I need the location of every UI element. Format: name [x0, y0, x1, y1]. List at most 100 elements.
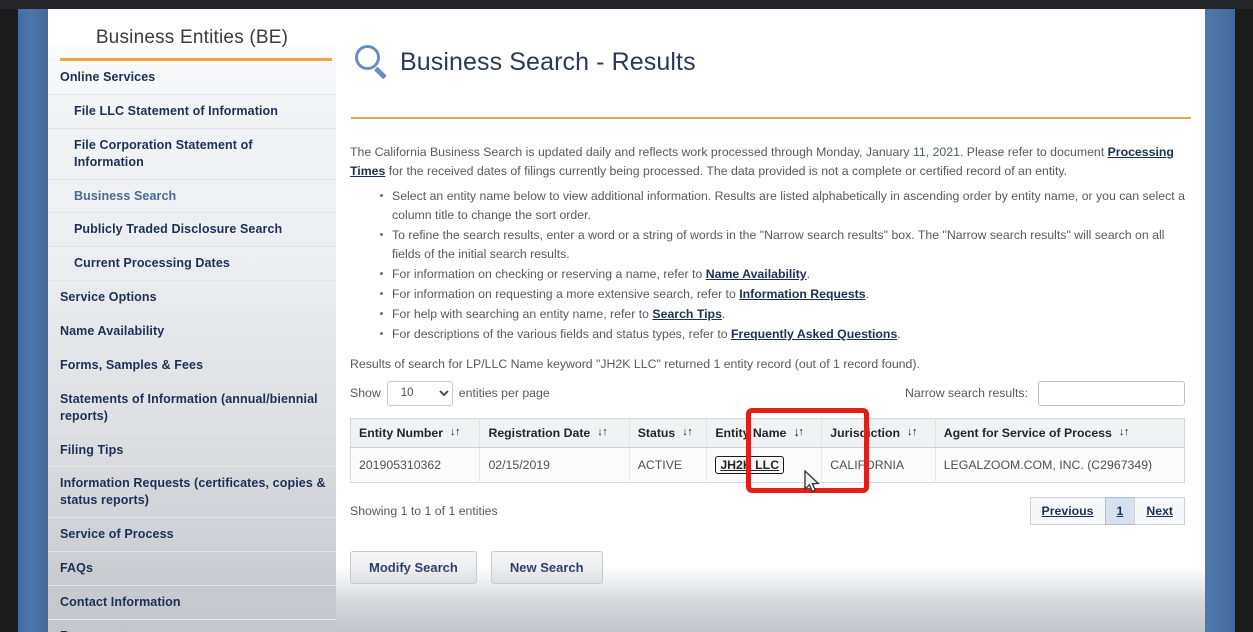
search-icon — [350, 40, 394, 84]
browser-chrome-strip — [0, 0, 1253, 9]
intro-bullet-text: For information on checking or reserving… — [392, 266, 706, 281]
browser-screenshot: Business Entities (BE) Online Services Fi… — [0, 0, 1253, 632]
sidebar-item-service-of-process[interactable]: Service of Process — [48, 518, 336, 552]
sort-descending-icon[interactable]: ↓ ↑ — [793, 425, 804, 438]
sidebar-item-file-corporation-statement-of-information[interactable]: File Corporation Statement of Informatio… — [48, 129, 336, 180]
table-controls: Show 102550100 entities per page Narrow … — [336, 371, 1205, 406]
page-side-band-left — [18, 9, 48, 632]
column-header-registration-date[interactable]: Registration Date ↓ ↑ — [479, 418, 630, 448]
sort-both-icon[interactable]: ↓ ↑ — [597, 426, 608, 438]
intro-bullet-text: Select an entity name below to view addi… — [392, 188, 1185, 222]
sidebar-item-current-processing-dates[interactable]: Current Processing Dates — [48, 247, 336, 282]
results-table-header-row: Entity Number ↓ ↑ Registration Date ↓ ↑ Status… — [350, 418, 1185, 448]
pagination-next[interactable]: Next — [1134, 496, 1185, 525]
sidebar-title: Business Entities (BE) — [95, 27, 289, 48]
column-header-jurisdiction[interactable]: Jurisdiction ↓ ↑ — [821, 418, 936, 448]
pagination-previous[interactable]: Previous — [1029, 496, 1106, 525]
narrow-search-group: Narrow search results: — [904, 380, 1185, 406]
intro-bullet-link[interactable]: Information Requests — [739, 287, 865, 301]
column-header-label: Agent for Service of Process — [943, 425, 1112, 440]
table-footer: Showing 1 to 1 of 1 entities Previous 1 … — [336, 483, 1205, 525]
pagination-page-1[interactable]: 1 — [1104, 496, 1136, 525]
intro-bullet: For descriptions of the various fields a… — [380, 325, 1185, 344]
show-label: Show — [350, 386, 381, 401]
sort-both-icon[interactable]: ↓ ↑ — [682, 426, 693, 438]
sidebar-item-resources[interactable]: Resources — [48, 620, 336, 632]
intro-text-a: The California Business Search is update… — [350, 144, 1108, 159]
sidebar-navigation: Business Entities (BE) Online Services Fi… — [48, 9, 336, 632]
page-content: Business Entities (BE) Online Services Fi… — [48, 9, 1205, 632]
intro-paragraph: The California Business Search is update… — [350, 143, 1185, 181]
intro-bullet-link[interactable]: Search Tips — [652, 307, 722, 321]
cell-agent: LEGALZOOM.COM, INC. (C2967349) — [935, 447, 1185, 483]
sidebar-item-statements-of-information-annual-biennial-reports[interactable]: Statements of Information (annual/bienni… — [48, 383, 336, 434]
page-header: Business Search - Results — [336, 9, 1205, 94]
intro-bullet: For help with searching an entity name, … — [380, 305, 1185, 324]
column-header-label: Status — [637, 425, 676, 440]
page-side-band-right — [1205, 9, 1235, 632]
cell-entity-name[interactable]: JH2K LLC — [706, 447, 823, 483]
column-header-agent-for-service-of-process[interactable]: Agent for Service of Process ↓ ↑ — [935, 418, 1185, 448]
results-table-wrapper: Entity Number ↓ ↑ Registration Date ↓ ↑ Status… — [336, 406, 1205, 483]
main-content: Business Search - Results The California… — [336, 9, 1205, 632]
column-header-status[interactable]: Status ↓ ↑ — [629, 418, 708, 448]
intro-bullet-tail: . — [865, 286, 870, 301]
entities-per-page-label: entities per page — [458, 386, 550, 401]
sidebar-item-online-services[interactable]: Online Services — [48, 61, 336, 95]
intro-bullet-tail: . — [721, 306, 726, 321]
showing-entries-text: Showing 1 to 1 of 1 entities — [350, 503, 498, 518]
footer-actions: Modify Search New Search — [336, 525, 1205, 584]
sidebar-item-list: Online Services File LLC Statement of Inf… — [48, 61, 336, 632]
column-header-label: Registration Date — [488, 425, 591, 440]
intro-bullet: Select an entity name below to view addi… — [380, 187, 1185, 225]
sidebar-item-faqs[interactable]: FAQs — [48, 552, 336, 586]
sort-both-icon[interactable]: ↓ ↑ — [450, 426, 461, 438]
column-header-label: Jurisdiction — [830, 425, 900, 440]
sidebar-item-business-search[interactable]: Business Search — [48, 180, 336, 214]
page-size-select[interactable]: 102550100 — [386, 380, 453, 406]
sidebar-item-contact-information[interactable]: Contact Information — [48, 586, 336, 620]
column-header-entity-number[interactable]: Entity Number ↓ ↑ — [350, 418, 481, 448]
results-table-head: Entity Number ↓ ↑ Registration Date ↓ ↑ Status… — [350, 418, 1185, 448]
intro-bullet-list: Select an entity name below to view addi… — [350, 187, 1185, 344]
intro-bullet-text: For descriptions of the various fields a… — [392, 326, 732, 341]
column-header-label: Entity Number — [359, 425, 444, 440]
cell-jurisdiction: CALIFORNIA — [821, 447, 936, 483]
intro-bullet-tail: . — [806, 266, 811, 281]
modify-search-button[interactable]: Modify Search — [350, 550, 477, 584]
table-row: 201905310362 02/15/2019 ACTIVE JH2K LLC CALI… — [350, 447, 1185, 483]
intro-text-b: for the received dates of filings curren… — [385, 163, 1068, 178]
intro-bullet-link[interactable]: Frequently Asked Questions — [731, 327, 897, 341]
sidebar-item-filing-tips[interactable]: Filing Tips — [48, 434, 336, 468]
sidebar-item-name-availability[interactable]: Name Availability — [48, 315, 336, 349]
narrow-search-label: Narrow search results: — [904, 386, 1028, 401]
intro-bullet-tail: . — [897, 326, 901, 341]
results-summary: Results of search for LP/LLC Name keywor… — [350, 356, 920, 371]
sidebar-item-file-llc-statement-of-information[interactable]: File LLC Statement of Information — [48, 95, 336, 129]
intro-bullet-text: For help with searching an entity name, … — [392, 306, 653, 321]
intro-bullet-link[interactable]: Name Availability — [706, 267, 807, 281]
sidebar-item-publicly-traded-disclosure-search[interactable]: Publicly Traded Disclosure Search — [48, 213, 336, 248]
cell-status: ACTIVE — [629, 447, 708, 483]
narrow-search-input[interactable] — [1038, 380, 1185, 406]
intro-bullet: For information on requesting a more ext… — [380, 285, 1185, 304]
intro-bullet-text: To refine the search results, enter a wo… — [392, 227, 1165, 261]
intro-block: The California Business Search is update… — [336, 119, 1205, 344]
column-header-entity-name[interactable]: Entity Name ↓ ↑ — [706, 418, 823, 448]
column-header-label: Entity Name — [715, 425, 787, 440]
entity-name-link[interactable]: JH2K LLC — [715, 455, 785, 474]
results-table-body: 201905310362 02/15/2019 ACTIVE JH2K LLC CALI… — [350, 447, 1185, 483]
sort-both-icon[interactable]: ↓ ↑ — [1119, 426, 1130, 438]
cell-entity-number: 201905310362 — [350, 447, 481, 483]
results-table: Entity Number ↓ ↑ Registration Date ↓ ↑ Status… — [350, 417, 1185, 483]
cell-registration-date: 02/15/2019 — [479, 447, 630, 483]
sidebar-item-service-options[interactable]: Service Options — [48, 281, 336, 315]
intro-bullet: To refine the search results, enter a wo… — [380, 226, 1185, 264]
new-search-button[interactable]: New Search — [490, 550, 603, 584]
sort-both-icon[interactable]: ↓ ↑ — [907, 426, 918, 438]
sidebar-item-information-requests-certificates-copies-status-reports[interactable]: Information Requests (certificates, copi… — [48, 467, 336, 519]
page-title: Business Search - Results — [400, 47, 696, 76]
intro-bullet-text: For information on requesting a more ext… — [392, 286, 740, 301]
pagination: Previous 1 Next — [1029, 496, 1185, 525]
sidebar-item-forms-samples-fees[interactable]: Forms, Samples & Fees — [48, 349, 336, 383]
